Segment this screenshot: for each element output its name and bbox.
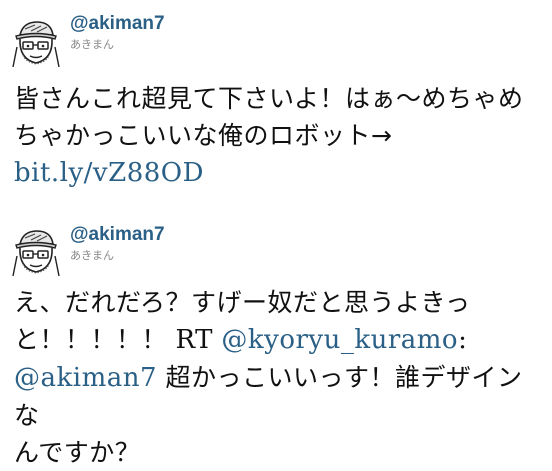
tweet-line: んですか？ [14, 438, 141, 467]
retweet-marker: RT [175, 325, 213, 355]
avatar-illustration [11, 17, 61, 67]
username-link[interactable]: @akiman7 [70, 224, 165, 246]
avatar-illustration [11, 226, 61, 276]
tweet: @akiman7 あきまん え、だれだろ？すげー奴だと思うよきっ と！！！！！ … [0, 218, 552, 467]
tweet-text: 皆さんこれ超見て下さいよ！はぁ〜めちゃめ ちゃかっこいいな俺のロボット→ bit… [14, 80, 544, 192]
display-name: あきまん [70, 38, 114, 51]
tweet: @akiman7 あきまん 皆さんこれ超見て下さいよ！はぁ〜めちゃめ ちゃかっこ… [0, 0, 552, 205]
mention-link[interactable]: @akiman7 [14, 363, 157, 393]
tweet-line: 皆さんこれ超見て下さいよ！はぁ〜めちゃめ [14, 84, 524, 113]
avatar[interactable] [11, 226, 61, 276]
avatar[interactable] [11, 17, 61, 67]
colon: : [458, 325, 468, 355]
tweet-line: @akiman7 超かっこいいっす！誰デザインな [14, 359, 544, 434]
username-link[interactable]: @akiman7 [70, 13, 165, 35]
display-name: あきまん [70, 249, 114, 262]
tweet-line: ちゃかっこいいな俺のロボット→ [14, 121, 393, 150]
tweet-fragment: と！！！！！ [14, 325, 176, 354]
tweet-text: え、だれだろ？すげー奴だと思うよきっ と！！！！！ RT @kyoryu_kur… [14, 284, 544, 471]
tweet-line: と！！！！！ RT @kyoryu_kuramo: [14, 321, 544, 359]
short-link[interactable]: bit.ly/vZ88OD [14, 158, 204, 188]
tweet-line: え、だれだろ？すげー奴だと思うよきっ [14, 288, 471, 317]
mention-link[interactable]: @kyoryu_kuramo [221, 325, 458, 355]
